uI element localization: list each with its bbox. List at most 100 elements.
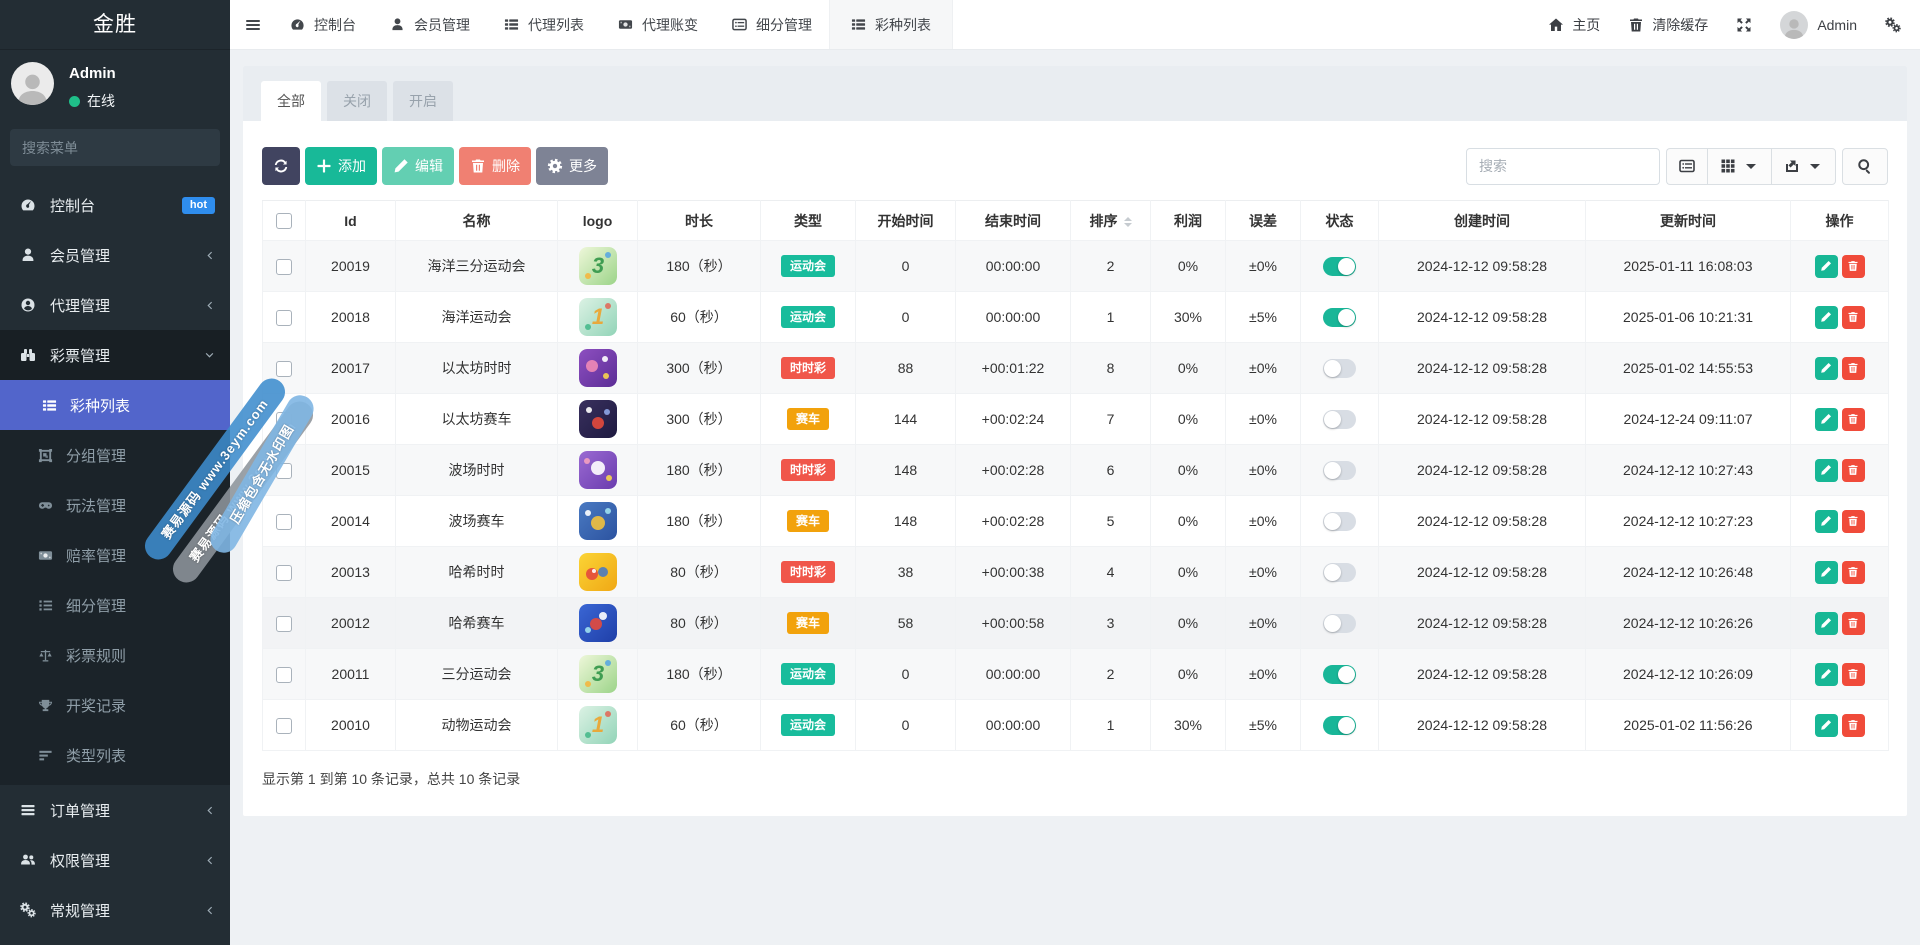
- cell-logo: [557, 393, 638, 445]
- row-edit-button[interactable]: [1814, 662, 1838, 686]
- row-delete-button[interactable]: [1841, 458, 1865, 482]
- row-delete-button[interactable]: [1841, 305, 1865, 329]
- row-delete-button[interactable]: [1841, 611, 1865, 635]
- fullscreen-button[interactable]: [1722, 0, 1766, 49]
- add-button[interactable]: 添加: [305, 147, 377, 185]
- row-checkbox[interactable]: [276, 360, 292, 377]
- more-button[interactable]: 更多: [536, 147, 608, 185]
- home-button[interactable]: 主页: [1534, 0, 1614, 49]
- sidebar-subitem-开奖记录[interactable]: 开奖记录: [0, 680, 230, 730]
- status-toggle[interactable]: [1323, 358, 1356, 378]
- row-delete-button[interactable]: [1841, 509, 1865, 533]
- column-header-创建时间[interactable]: 创建时间: [1378, 200, 1586, 241]
- column-header-logo[interactable]: logo: [557, 200, 638, 241]
- column-header-结束时间[interactable]: 结束时间: [955, 200, 1071, 241]
- status-toggle[interactable]: [1323, 715, 1356, 735]
- status-toggle[interactable]: [1323, 613, 1356, 633]
- row-delete-button[interactable]: [1841, 662, 1865, 686]
- delete-button[interactable]: 删除: [459, 147, 531, 185]
- row-checkbox[interactable]: [276, 513, 292, 530]
- status-toggle[interactable]: [1323, 460, 1356, 480]
- user-menu[interactable]: Admin: [1766, 0, 1871, 49]
- status-toggle[interactable]: [1323, 307, 1356, 327]
- cell-logo: [557, 342, 638, 394]
- row-checkbox[interactable]: [276, 717, 292, 734]
- table-search-input[interactable]: [1466, 147, 1660, 185]
- settings-button[interactable]: [1871, 0, 1915, 49]
- column-header-误差[interactable]: 误差: [1225, 200, 1301, 241]
- row-edit-button[interactable]: [1814, 356, 1838, 380]
- row-delete-button[interactable]: [1841, 560, 1865, 584]
- nav-tab-控制台[interactable]: 控制台: [273, 0, 373, 49]
- select-all-checkbox[interactable]: [276, 213, 292, 230]
- column-header-名称[interactable]: 名称: [395, 200, 558, 241]
- row-edit-button[interactable]: [1814, 509, 1838, 533]
- cell-checkbox: [262, 699, 306, 751]
- nav-tab-代理列表[interactable]: 代理列表: [487, 0, 601, 49]
- clear-cache-button[interactable]: 清除缓存: [1614, 0, 1722, 49]
- cell-start-time: 58: [855, 597, 956, 649]
- row-edit-button[interactable]: [1814, 611, 1838, 635]
- column-header-更新时间[interactable]: 更新时间: [1585, 200, 1791, 241]
- sidebar-item-订单管理[interactable]: 订单管理: [0, 785, 230, 835]
- row-edit-button[interactable]: [1814, 305, 1838, 329]
- column-header-类型[interactable]: 类型: [760, 200, 856, 241]
- refresh-button[interactable]: [262, 147, 300, 185]
- row-edit-button[interactable]: [1814, 254, 1838, 278]
- row-delete-button[interactable]: [1841, 356, 1865, 380]
- lottery-logo: [578, 400, 617, 438]
- row-delete-button[interactable]: [1841, 254, 1865, 278]
- row-edit-button[interactable]: [1814, 713, 1838, 737]
- sidebar-item-会员管理[interactable]: 会员管理: [0, 230, 230, 280]
- sort-icon[interactable]: [1123, 216, 1132, 227]
- nav-tab-会员管理[interactable]: 会员管理: [373, 0, 487, 49]
- edit-button[interactable]: 编辑: [382, 147, 454, 185]
- sidebar-subitem-彩种列表[interactable]: 彩种列表: [0, 380, 230, 430]
- column-header-利润[interactable]: 利润: [1150, 200, 1226, 241]
- row-checkbox[interactable]: [276, 309, 292, 326]
- sidebar-item-代理管理[interactable]: 代理管理: [0, 280, 230, 330]
- common-search-button[interactable]: [1666, 147, 1707, 185]
- sidebar-item-彩票管理[interactable]: 彩票管理: [0, 330, 230, 380]
- nav-tab-代理账变[interactable]: 代理账变: [601, 0, 715, 49]
- column-header-开始时间[interactable]: 开始时间: [855, 200, 956, 241]
- columns-button[interactable]: [1707, 147, 1771, 185]
- row-checkbox[interactable]: [276, 258, 292, 275]
- cell-id: 20015: [305, 444, 396, 496]
- sidebar-subitem-彩票规则[interactable]: 彩票规则: [0, 630, 230, 680]
- sidebar-subitem-细分管理[interactable]: 细分管理: [0, 580, 230, 630]
- column-header-Id[interactable]: Id: [305, 200, 396, 241]
- row-delete-button[interactable]: [1841, 713, 1865, 737]
- sidebar-item-权限管理[interactable]: 权限管理: [0, 835, 230, 885]
- row-checkbox[interactable]: [276, 615, 292, 632]
- row-edit-button[interactable]: [1814, 407, 1838, 431]
- nav-tab-彩种列表[interactable]: 彩种列表: [829, 0, 953, 49]
- column-header-排序[interactable]: 排序: [1070, 200, 1151, 241]
- sidebar-item-控制台[interactable]: 控制台 hot: [0, 180, 230, 230]
- column-header-操作[interactable]: 操作: [1790, 200, 1889, 241]
- status-toggle[interactable]: [1323, 256, 1356, 276]
- row-edit-button[interactable]: [1814, 458, 1838, 482]
- sidebar-subitem-类型列表[interactable]: 类型列表: [0, 730, 230, 780]
- row-edit-button[interactable]: [1814, 560, 1838, 584]
- nav-tab-细分管理[interactable]: 细分管理: [715, 0, 829, 49]
- column-header-状态[interactable]: 状态: [1300, 200, 1379, 241]
- row-checkbox[interactable]: [276, 666, 292, 683]
- lottery-logo: 1: [578, 298, 617, 336]
- sidebar-search-input[interactable]: [22, 139, 208, 156]
- sidebar-toggle-button[interactable]: [230, 0, 273, 49]
- sidebar-item-常规管理[interactable]: 常规管理: [0, 885, 230, 935]
- status-toggle[interactable]: [1323, 409, 1356, 429]
- export-button[interactable]: [1771, 147, 1836, 185]
- filter-tab-关闭[interactable]: 关闭: [327, 81, 387, 121]
- status-toggle[interactable]: [1323, 562, 1356, 582]
- status-toggle[interactable]: [1323, 511, 1356, 531]
- filter-tab-全部[interactable]: 全部: [261, 81, 321, 121]
- row-delete-button[interactable]: [1841, 407, 1865, 431]
- row-checkbox[interactable]: [276, 564, 292, 581]
- search-button[interactable]: [1842, 147, 1888, 185]
- status-toggle[interactable]: [1323, 664, 1356, 684]
- navbar-avatar: [1780, 10, 1809, 39]
- column-header-时长[interactable]: 时长: [637, 200, 761, 241]
- filter-tab-开启[interactable]: 开启: [393, 81, 453, 121]
